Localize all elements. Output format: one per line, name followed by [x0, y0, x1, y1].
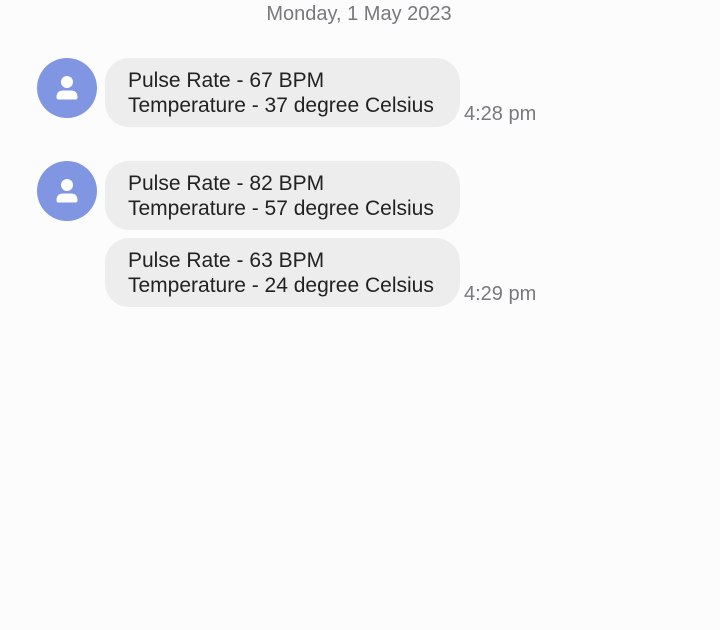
- message-timestamp: 4:29 pm: [464, 283, 537, 305]
- message-line-temperature: Temperature - 24 degree Celsius: [128, 274, 434, 297]
- message-line-temperature: Temperature - 37 degree Celsius: [128, 94, 434, 117]
- person-icon: [56, 179, 78, 203]
- message-line-pulse: Pulse Rate - 67 BPM: [128, 69, 325, 92]
- message-line-pulse: Pulse Rate - 63 BPM: [128, 249, 325, 272]
- date-header: Monday, 1 May 2023: [266, 3, 452, 25]
- message-line-temperature: Temperature - 57 degree Celsius: [128, 197, 434, 220]
- sender-avatar[interactable]: [37, 161, 97, 221]
- message-bubble[interactable]: Pulse Rate - 67 BPM Temperature - 37 deg…: [105, 58, 460, 127]
- message-bubble[interactable]: Pulse Rate - 63 BPM Temperature - 24 deg…: [105, 238, 460, 307]
- person-icon: [56, 76, 78, 100]
- message-bubble[interactable]: Pulse Rate - 82 BPM Temperature - 57 deg…: [105, 161, 460, 230]
- message-timestamp: 4:28 pm: [464, 103, 537, 125]
- sender-avatar[interactable]: [37, 58, 97, 118]
- message-line-pulse: Pulse Rate - 82 BPM: [128, 172, 325, 195]
